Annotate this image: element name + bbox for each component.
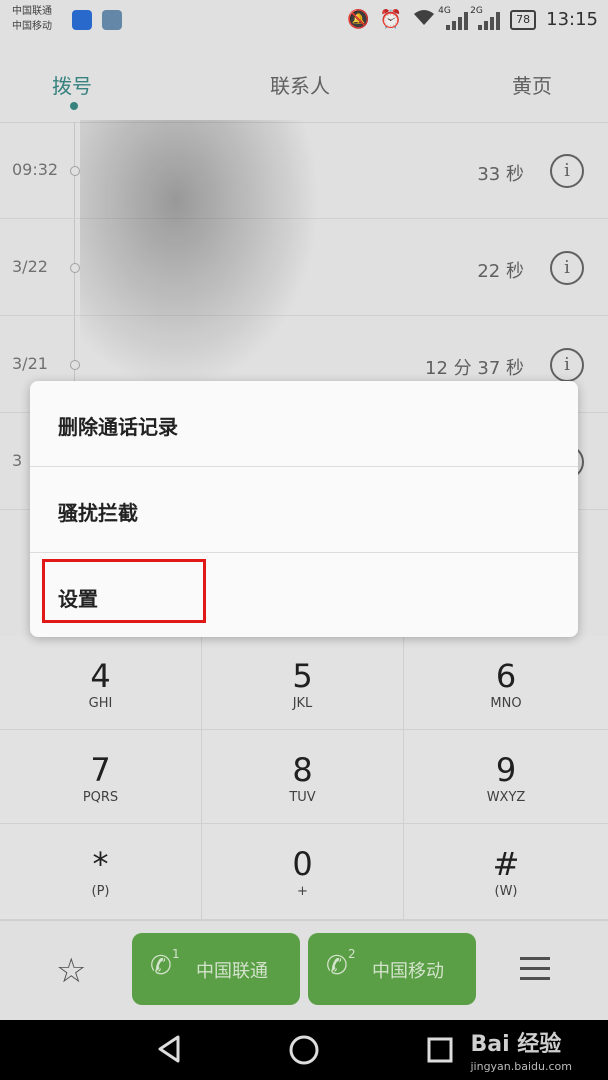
highlight-box [42, 559, 206, 623]
options-menu: 删除通话记录 骚扰拦截 设置 [30, 381, 578, 637]
back-icon[interactable] [154, 1034, 184, 1064]
menu-item-label: 骚扰拦截 [58, 501, 138, 525]
menu-item-spam-block[interactable]: 骚扰拦截 [30, 467, 578, 553]
watermark: Bai 经验 jingyan.baidu.com [470, 1026, 572, 1073]
menu-item-delete-call-log[interactable]: 删除通话记录 [30, 381, 578, 467]
menu-item-label: 删除通话记录 [58, 415, 178, 439]
home-icon[interactable] [288, 1034, 320, 1066]
recents-icon[interactable] [426, 1036, 454, 1064]
watermark-brand: Bai 经验 [470, 1032, 562, 1057]
watermark-url: jingyan.baidu.com [470, 1060, 572, 1073]
navigation-bar: Bai 经验 jingyan.baidu.com [0, 1020, 608, 1080]
